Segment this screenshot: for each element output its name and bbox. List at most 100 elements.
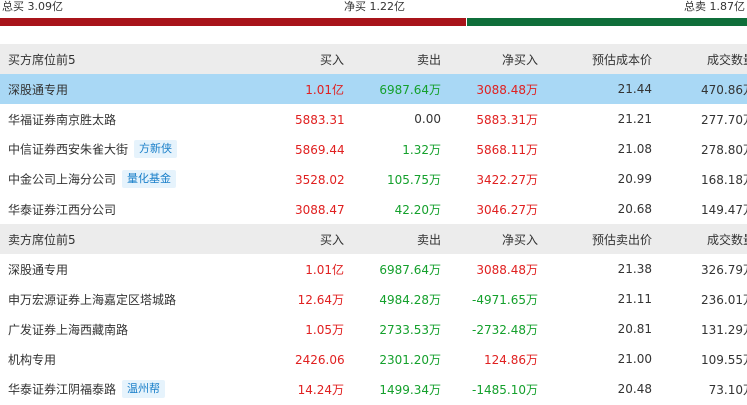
buy-amount: 3528.02万 <box>295 172 344 187</box>
buy-portion <box>0 18 466 26</box>
table-row[interactable]: 广发证券上海西藏南路 1.05万 2733.53万 -2732.48万 20.81 131… <box>0 314 747 344</box>
seat-name[interactable]: 机构专用 <box>8 353 56 367</box>
table-row[interactable]: 申万宏源证券上海嘉定区塔城路 12.64万 4984.28万 -4971.65万 21.… <box>0 284 747 314</box>
seat-name-cell[interactable]: 机构专用 <box>0 344 295 374</box>
price-value: 21.11 <box>617 292 652 306</box>
buy-amount: 5883.31万 <box>295 112 344 127</box>
sell_table-header-row: 卖方席位前5买入卖出净买入预估卖出价成交数量 <box>0 224 747 254</box>
seat-name-cell[interactable]: 中信证券西安朱雀大街 方新侠 <box>0 134 295 164</box>
sell-amount: 6987.64万 <box>379 262 441 277</box>
buy-amount: 14.24万 <box>297 382 344 397</box>
price-value: 21.08 <box>617 142 652 156</box>
trader-tag[interactable]: 温州帮 <box>122 380 166 398</box>
volume-value: 470.86万 <box>652 74 747 104</box>
buy-amount: 2426.06万 <box>295 352 344 367</box>
volume-value: 278.80万 <box>701 142 747 157</box>
price-value: 21.00 <box>617 352 652 366</box>
buy_table-header-2[interactable]: 卖出 <box>344 44 441 74</box>
table-row[interactable]: 深股通专用 1.01亿 6987.64万 3088.48万 21.38 326.79万 <box>0 254 747 284</box>
sell-amount: 42.20万 <box>394 202 441 217</box>
seat-name-cell[interactable]: 中金公司上海分公司 量化基金 <box>0 164 295 194</box>
sell-amount: 6987.64万 <box>344 74 441 104</box>
sell_table-header-2[interactable]: 卖出 <box>344 224 441 254</box>
buy-sell-ratio-bar <box>0 18 747 26</box>
buy-amount: 1.01亿 <box>305 262 344 277</box>
volume-value: 236.01万 <box>701 292 747 307</box>
table-row[interactable]: 华泰证券江西分公司 3088.47万 42.20万 3046.27万 20.68 149.… <box>0 194 747 224</box>
seat-name[interactable]: 深股通专用 <box>8 263 68 277</box>
seat-name[interactable]: 中信证券西安朱雀大街 <box>8 143 128 157</box>
buy-amount: 1.01亿 <box>295 74 344 104</box>
seat-name-cell[interactable]: 广发证券上海西藏南路 <box>0 314 295 344</box>
price-value: 20.48 <box>617 382 652 396</box>
trader-tag[interactable]: 方新侠 <box>134 140 178 158</box>
table-row[interactable]: 中信证券西安朱雀大街方新侠5869.44万1.32万5868.11万21.082… <box>0 134 747 164</box>
buy_table-header-0: 买方席位前5 <box>0 44 295 74</box>
net-amount: 5868.11万 <box>476 142 538 157</box>
buy-amount: 1.05万 <box>305 322 344 337</box>
seat-name[interactable]: 广发证券上海西藏南路 <box>8 323 128 337</box>
sell-amount: 0.00 <box>414 112 441 126</box>
net-amount: 3422.27万 <box>476 172 538 187</box>
total-buy-label: 总买 3.09亿 <box>2 0 63 13</box>
sell_table-header-0: 卖方席位前5 <box>0 224 295 254</box>
seat-name[interactable]: 华泰证券江西分公司 <box>8 203 116 217</box>
net-buy-label: 净买 1.22亿 <box>344 0 405 13</box>
sell_table-header-3[interactable]: 净买入 <box>441 224 538 254</box>
buy-amount: 3088.47万 <box>295 202 344 217</box>
sell-amount: 2733.53万 <box>379 322 441 337</box>
seat-name-cell[interactable]: 深股通专用 <box>0 74 295 104</box>
net-amount: 3046.27万 <box>476 202 538 217</box>
seat-name[interactable]: 深股通专用 <box>8 83 68 97</box>
net-amount: 3088.48万 <box>441 74 538 104</box>
buy-amount: 5869.44万 <box>295 142 344 157</box>
buy_table-header-3[interactable]: 净买入 <box>441 44 538 74</box>
table-row[interactable]: 中金公司上海分公司量化基金3528.02万105.75万3422.27万20.9… <box>0 164 747 194</box>
total-sell-label: 总卖 1.87亿 <box>684 0 745 13</box>
sell-amount: 2301.20万 <box>379 352 441 367</box>
table-row[interactable]: 机构专用 2426.06万 2301.20万 124.86万 21.00 109.55万 <box>0 344 747 374</box>
sell-amount: 105.75万 <box>387 172 441 187</box>
price-value: 21.21 <box>617 112 652 126</box>
volume-value: 109.55万 <box>701 352 747 367</box>
table-row[interactable]: 深股通专用 1.01亿6987.64万3088.48万21.44470.86万 <box>0 74 747 104</box>
seat-name-cell[interactable]: 深股通专用 <box>0 254 295 284</box>
seat-name-cell[interactable]: 华泰证券江西分公司 <box>0 194 295 224</box>
buy_table-header-5[interactable]: 成交数量 <box>652 44 747 74</box>
net-amount: -2732.48万 <box>472 322 538 337</box>
price-value: 20.81 <box>617 322 652 336</box>
buy-amount: 12.64万 <box>297 292 344 307</box>
buy_table-header-4[interactable]: 预估成本价 <box>538 44 652 74</box>
net-amount: 5883.31万 <box>476 112 538 127</box>
table-row[interactable]: 华泰证券江阴福泰路 温州帮 14.24万 1499.34万 -1485.10万 20.48… <box>0 374 747 404</box>
seat-name-cell[interactable]: 申万宏源证券上海嘉定区塔城路 <box>0 284 295 314</box>
sell-amount: 1.32万 <box>402 142 441 157</box>
trader-tag[interactable]: 量化基金 <box>122 170 177 188</box>
price-value: 21.44 <box>538 74 652 104</box>
net-amount: 3088.48万 <box>476 262 538 277</box>
sell-amount: 4984.28万 <box>379 292 441 307</box>
seat-name[interactable]: 申万宏源证券上海嘉定区塔城路 <box>8 293 176 307</box>
net-amount: 124.86万 <box>484 352 538 367</box>
seat-name-cell[interactable]: 华福证券南京胜太路 <box>0 104 295 134</box>
summary-bar-labels: 总买 3.09亿 净买 1.22亿 总卖 1.87亿 <box>0 0 747 18</box>
seat-table: 买方席位前5买入卖出净买入预估成本价成交数量深股通专用1.01亿6987.64万… <box>0 44 747 404</box>
sell_table-header-1[interactable]: 买入 <box>295 224 344 254</box>
seat-name-cell[interactable]: 华泰证券江阴福泰路 温州帮 <box>0 374 295 404</box>
seat-name[interactable]: 中金公司上海分公司 <box>8 173 116 187</box>
net-amount: -1485.10万 <box>472 382 538 397</box>
net-amount: -4971.65万 <box>472 292 538 307</box>
sell_table-header-4[interactable]: 预估卖出价 <box>538 224 652 254</box>
buy_table-header-row: 买方席位前5买入卖出净买入预估成本价成交数量 <box>0 44 747 74</box>
price-value: 20.68 <box>617 202 652 216</box>
sell_table-header-5[interactable]: 成交数量 <box>652 224 747 254</box>
seat-name[interactable]: 华泰证券江阴福泰路 <box>8 383 116 397</box>
volume-value: 168.18万 <box>701 172 747 187</box>
volume-value: 277.70万 <box>701 112 747 127</box>
price-value: 21.38 <box>617 262 652 276</box>
table-row[interactable]: 华福证券南京胜太路 5883.31万 0.00 5883.31万 21.21 277.70… <box>0 104 747 134</box>
seat-name[interactable]: 华福证券南京胜太路 <box>8 113 116 127</box>
volume-value: 131.29万 <box>701 322 747 337</box>
price-value: 20.99 <box>617 172 652 186</box>
buy_table-header-1[interactable]: 买入 <box>295 44 344 74</box>
